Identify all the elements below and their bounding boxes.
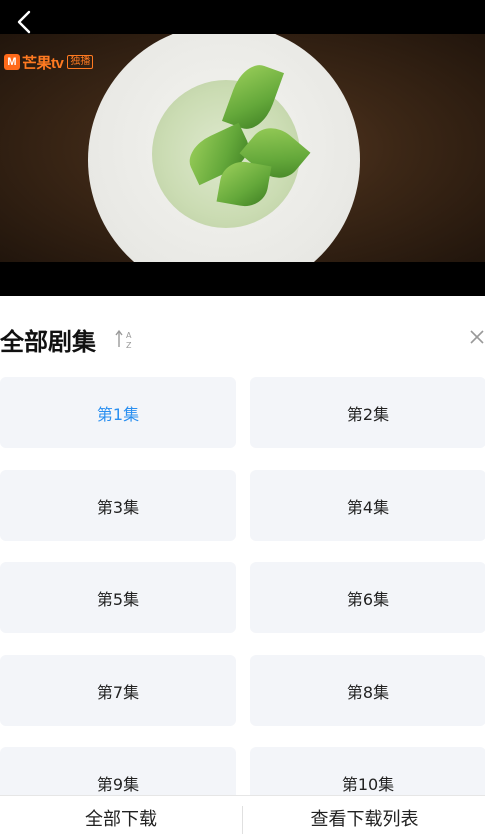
episode-item[interactable]: 第5集	[0, 562, 236, 633]
chevron-left-icon[interactable]	[10, 8, 38, 36]
svg-text:Z: Z	[126, 341, 132, 350]
episode-item[interactable]: 第2集	[250, 377, 485, 448]
download-bar: 全部下载 查看下载列表	[0, 795, 485, 839]
episode-item[interactable]: 第9集	[0, 747, 236, 795]
episode-item[interactable]: 第10集	[250, 747, 485, 795]
episode-item[interactable]: 第7集	[0, 655, 236, 726]
mango-tv-logo: M 芒果tv 独播	[4, 52, 94, 72]
logo-mark: M	[4, 54, 20, 70]
sort-az-icon[interactable]: A Z	[114, 326, 138, 352]
episode-item[interactable]: 第3集	[0, 470, 236, 541]
episodes-header: 全部剧集 A Z	[0, 318, 485, 358]
episode-item[interactable]: 第6集	[250, 562, 485, 633]
exclusive-badge: 独播	[67, 55, 94, 69]
close-icon[interactable]	[466, 326, 485, 348]
video-player[interactable]: M 芒果tv 独播	[0, 0, 485, 296]
bottom-divider	[242, 806, 243, 834]
episodes-title: 全部剧集	[0, 328, 96, 356]
download-all-button[interactable]: 全部下载	[0, 796, 242, 839]
episode-grid: 第1集 第2集 第3集 第4集 第5集 第6集 第7集 第8集 第9集 第10集	[0, 377, 485, 795]
episode-item[interactable]: 第1集	[0, 377, 236, 448]
logo-text: 芒果tv	[22, 54, 64, 72]
view-download-list-button[interactable]: 查看下载列表	[244, 796, 485, 839]
episode-item[interactable]: 第8集	[250, 655, 485, 726]
svg-text:A: A	[126, 331, 132, 340]
episode-item[interactable]: 第4集	[250, 470, 485, 541]
